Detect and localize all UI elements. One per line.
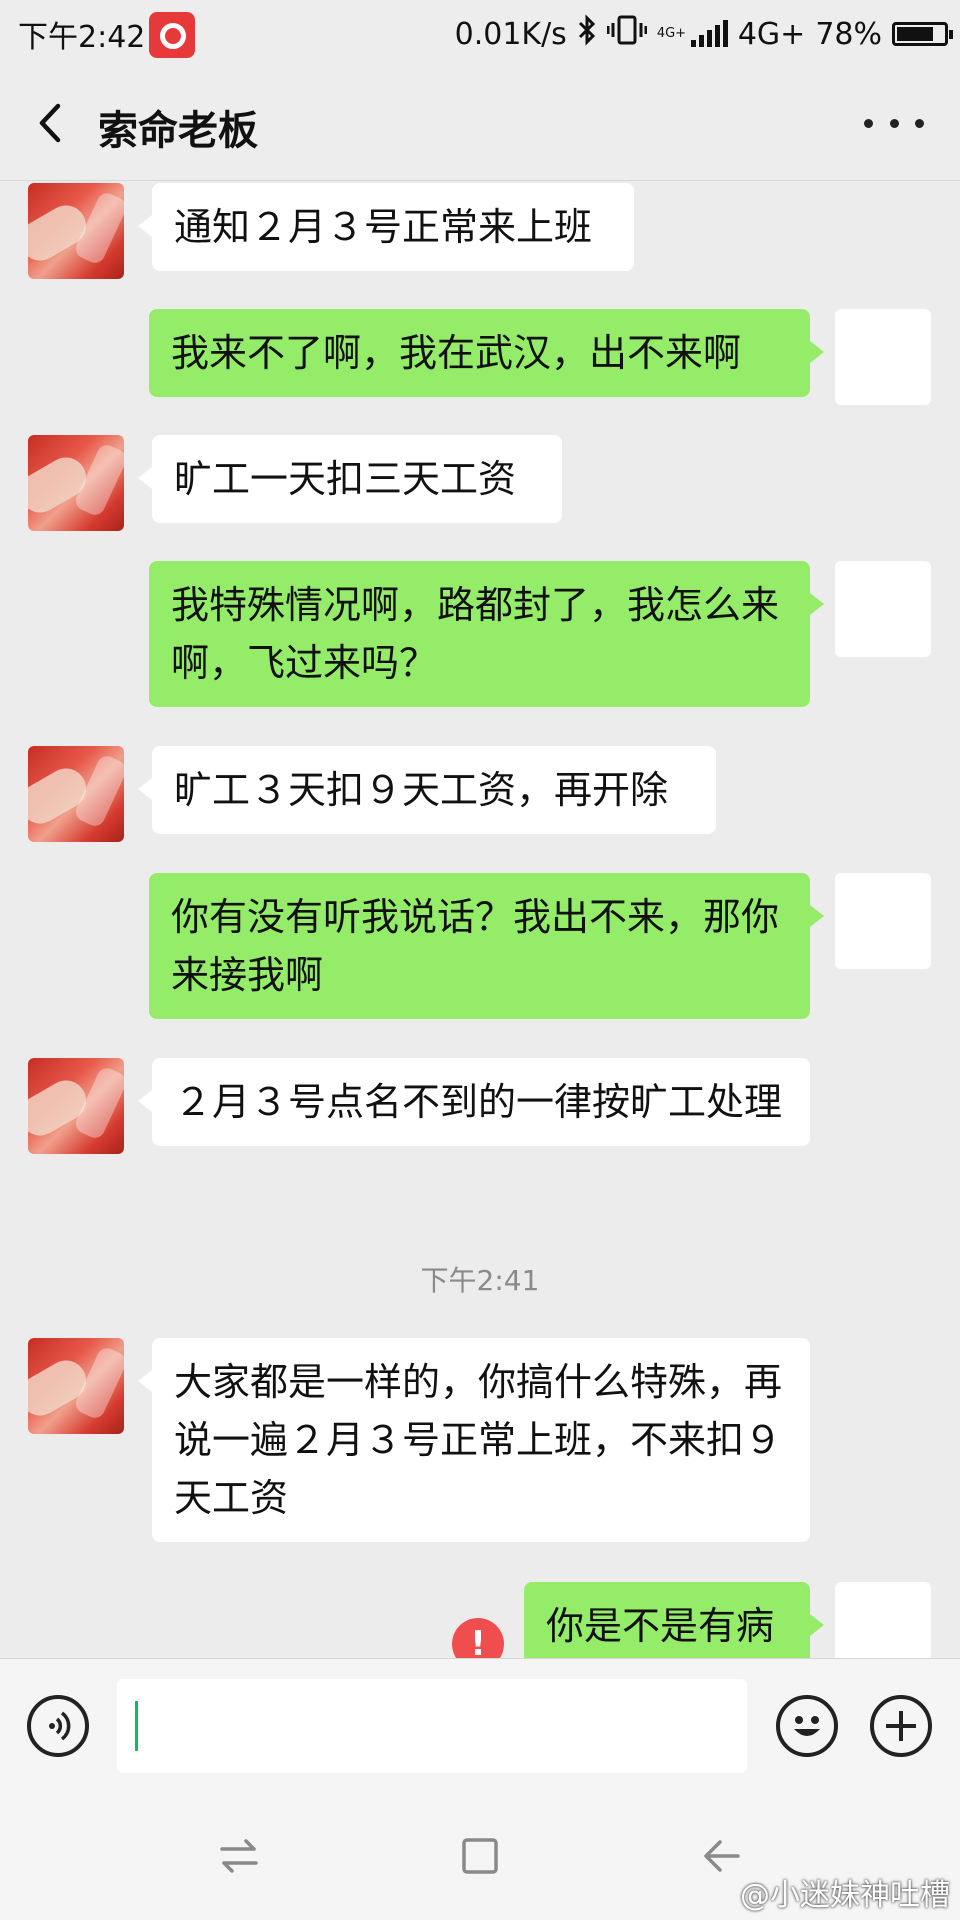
back-arrow-icon[interactable] bbox=[700, 1836, 742, 1880]
message-bubble[interactable]: 你有没有听我说话？我出不来，那你来接我啊 bbox=[149, 873, 824, 1019]
net-speed: 0.01K/s bbox=[454, 16, 567, 52]
status-right: 0.01K/s 4G+ 4G+ 78% bbox=[454, 12, 953, 56]
system-nav-bar: @小迷妹神吐槽 bbox=[0, 1800, 960, 1920]
message-input[interactable] bbox=[117, 1679, 747, 1773]
more-dots-icon[interactable] bbox=[864, 98, 924, 148]
network-small: 4G+ bbox=[656, 26, 687, 41]
plus-icon[interactable] bbox=[870, 1695, 932, 1757]
music-app-icon bbox=[149, 12, 195, 58]
chat-header: 索命老板 bbox=[0, 68, 960, 181]
message-bubble[interactable]: 我特殊情况啊，路都封了，我怎么来啊，飞过来吗？ bbox=[149, 561, 824, 707]
contact-avatar[interactable] bbox=[28, 183, 124, 279]
message-bubble[interactable]: 你是不是有病 bbox=[524, 1582, 824, 1658]
contact-avatar[interactable] bbox=[28, 1338, 124, 1434]
self-avatar[interactable] bbox=[835, 309, 931, 405]
message-bubble[interactable]: 大家都是一样的，你搞什么特殊，再说一遍２月３号正常上班，不来扣９天工资 bbox=[138, 1338, 810, 1542]
chat-list[interactable]: 通知２月３号正常来上班 我来不了啊，我在武汉，出不来啊 旷工一天扣三天工资 我特… bbox=[0, 181, 960, 1658]
contact-avatar[interactable] bbox=[28, 435, 124, 531]
home-square-icon[interactable] bbox=[460, 1836, 500, 1880]
message-bubble[interactable]: 通知２月３号正常来上班 bbox=[138, 183, 634, 271]
status-bar: 下午2:42 0.01K/s 4G+ 4G+ 78% bbox=[0, 0, 960, 68]
voice-icon[interactable] bbox=[27, 1695, 89, 1757]
contact-avatar[interactable] bbox=[28, 1058, 124, 1154]
network-type: 4G+ bbox=[737, 16, 806, 52]
input-bar bbox=[0, 1658, 960, 1801]
battery-icon bbox=[892, 22, 953, 46]
message-bubble[interactable]: 我来不了啊，我在武汉，出不来啊 bbox=[149, 309, 824, 397]
bluetooth-icon bbox=[577, 14, 597, 54]
page-title: 索命老板 bbox=[98, 108, 258, 154]
self-avatar[interactable] bbox=[835, 873, 931, 969]
vibrate-icon bbox=[606, 14, 648, 54]
emoji-icon[interactable] bbox=[776, 1695, 838, 1757]
self-avatar[interactable] bbox=[835, 561, 931, 657]
back-icon[interactable] bbox=[28, 98, 78, 148]
signal-icon bbox=[690, 20, 728, 47]
status-time: 下午2:42 bbox=[18, 20, 146, 55]
self-avatar[interactable] bbox=[835, 1582, 931, 1658]
message-bubble[interactable]: ２月３号点名不到的一律按旷工处理 bbox=[138, 1058, 810, 1146]
switch-icon[interactable] bbox=[218, 1836, 260, 1880]
send-failed-icon[interactable]: ! bbox=[452, 1618, 504, 1658]
chat-timestamp: 下午2:41 bbox=[420, 1264, 540, 1297]
message-bubble[interactable]: 旷工一天扣三天工资 bbox=[138, 435, 562, 523]
text-caret bbox=[135, 1701, 138, 1751]
battery-percent: 78% bbox=[815, 16, 882, 52]
message-bubble[interactable]: 旷工３天扣９天工资，再开除 bbox=[138, 746, 716, 834]
watermark: @小迷妹神吐槽 bbox=[740, 1878, 950, 1913]
contact-avatar[interactable] bbox=[28, 746, 124, 842]
